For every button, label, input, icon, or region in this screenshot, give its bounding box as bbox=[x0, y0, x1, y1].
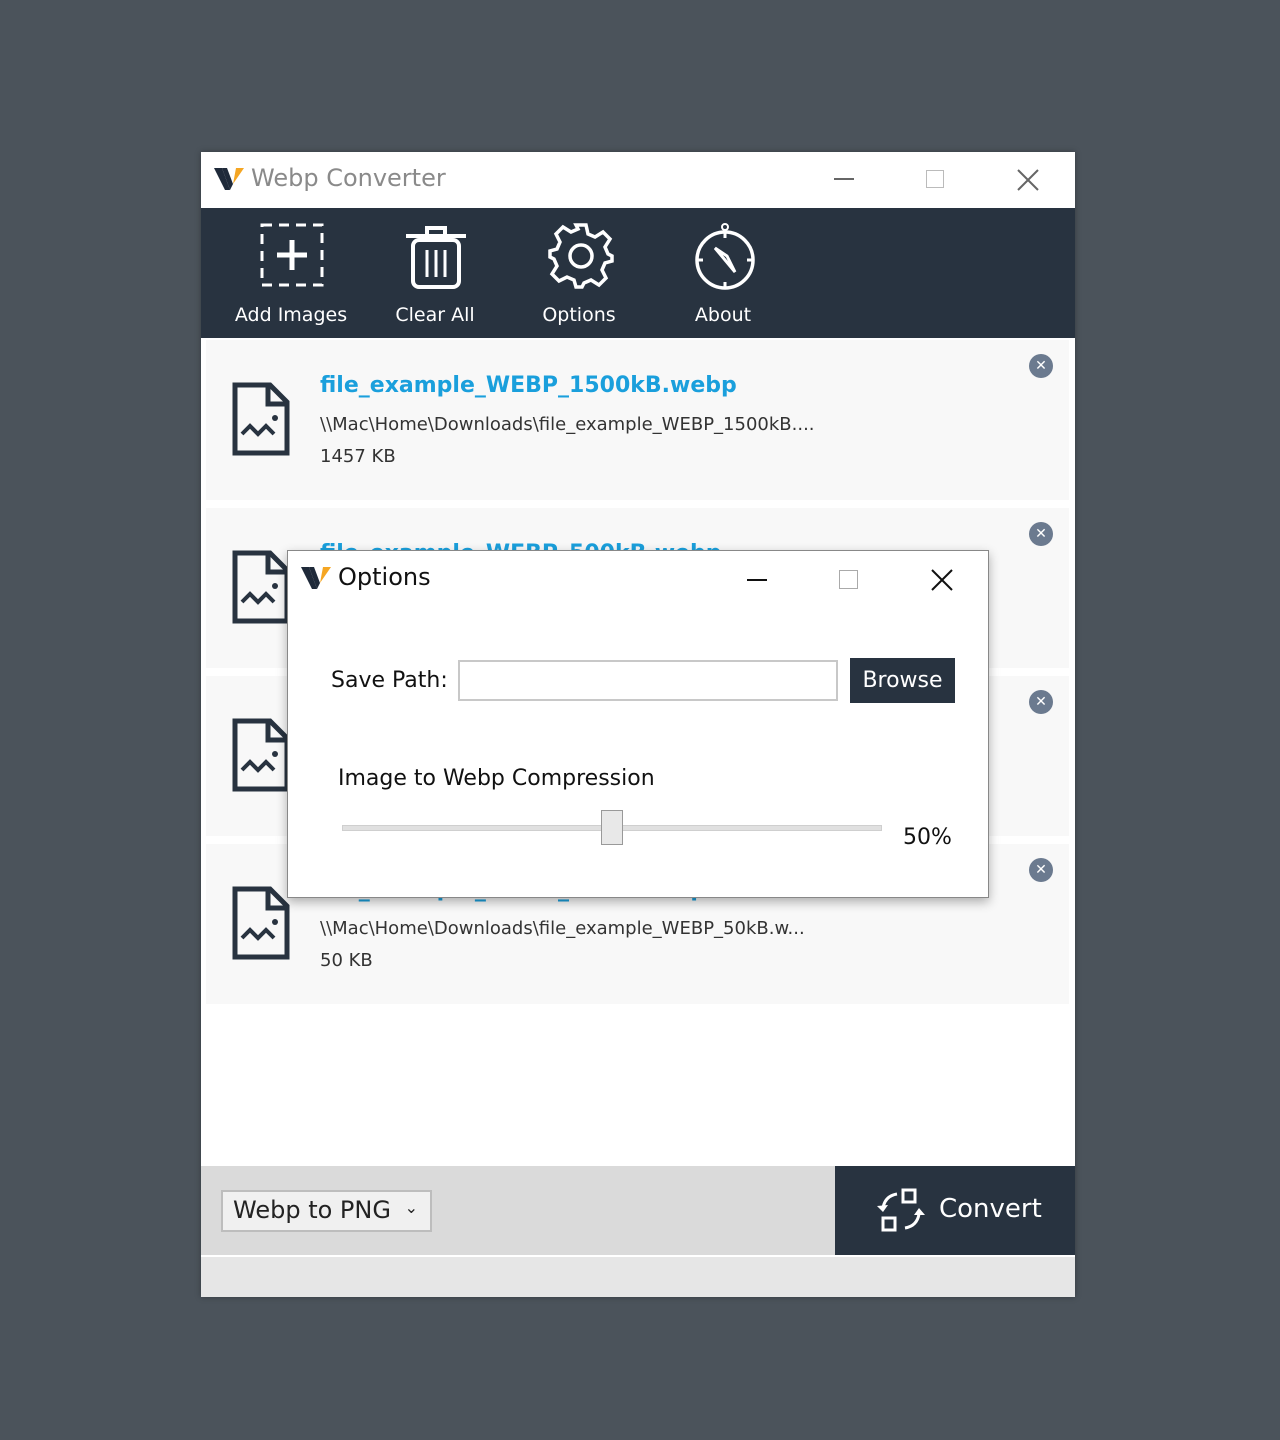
add-images-button[interactable]: Add Images bbox=[226, 208, 356, 338]
status-bar bbox=[201, 1257, 1075, 1297]
clear-all-button[interactable]: Clear All bbox=[370, 208, 500, 338]
chevron-down-icon: ⌄ bbox=[404, 1198, 418, 1217]
app-title: Webp Converter bbox=[251, 164, 446, 192]
format-value: Webp to PNG bbox=[233, 1196, 391, 1224]
trash-icon bbox=[406, 226, 466, 289]
image-file-icon bbox=[232, 550, 290, 624]
maximize-button[interactable] bbox=[926, 170, 944, 188]
bottom-bar: Webp to PNG ⌄ Convert bbox=[201, 1166, 1075, 1255]
gear-icon bbox=[548, 223, 614, 289]
options-button[interactable]: Options bbox=[514, 208, 644, 338]
browse-button[interactable]: Browse bbox=[850, 658, 955, 703]
compression-value: 50% bbox=[903, 825, 952, 850]
save-path-input[interactable] bbox=[458, 660, 838, 701]
about-label: About bbox=[694, 304, 752, 326]
minimize-button[interactable] bbox=[834, 178, 854, 180]
close-button[interactable] bbox=[1017, 169, 1039, 191]
format-select[interactable]: Webp to PNG ⌄ bbox=[221, 1190, 432, 1232]
image-file-icon bbox=[232, 718, 290, 792]
save-path-label: Save Path: bbox=[331, 668, 448, 693]
add-image-icon bbox=[260, 223, 324, 287]
remove-file-button[interactable]: ✕ bbox=[1029, 690, 1053, 714]
clear-all-label: Clear All bbox=[395, 304, 475, 326]
dialog-close-button[interactable] bbox=[931, 569, 953, 591]
app-logo-icon bbox=[214, 168, 244, 190]
dialog-title: Options bbox=[338, 563, 431, 591]
options-label: Options bbox=[542, 304, 616, 326]
file-size: 50 KB bbox=[320, 950, 373, 971]
file-path: \\Mac\Home\Downloads\file_example_WEBP_1… bbox=[320, 414, 815, 435]
file-size: 1457 KB bbox=[320, 446, 396, 467]
image-file-icon bbox=[232, 382, 290, 456]
convert-label: Convert bbox=[939, 1194, 1042, 1224]
image-file-icon bbox=[232, 886, 290, 960]
about-button[interactable]: About bbox=[658, 208, 788, 338]
dialog-minimize-button[interactable] bbox=[747, 579, 767, 581]
options-dialog: Options Save Path: Browse Image to Webp … bbox=[287, 550, 989, 898]
compression-slider-thumb[interactable] bbox=[601, 810, 623, 845]
file-list-item[interactable]: file_example_WEBP_1500kB.webp \\Mac\Home… bbox=[206, 340, 1069, 500]
title-bar: Webp Converter bbox=[201, 152, 1075, 208]
remove-file-button[interactable]: ✕ bbox=[1029, 522, 1053, 546]
convert-button[interactable]: Convert bbox=[835, 1166, 1075, 1255]
file-name: file_example_WEBP_1500kB.webp bbox=[320, 373, 737, 398]
app-logo-icon bbox=[301, 567, 331, 589]
remove-file-button[interactable]: ✕ bbox=[1029, 354, 1053, 378]
convert-icon bbox=[877, 1188, 925, 1232]
file-path: \\Mac\Home\Downloads\file_example_WEBP_5… bbox=[320, 918, 805, 939]
compression-label: Image to Webp Compression bbox=[338, 766, 655, 791]
remove-file-button[interactable]: ✕ bbox=[1029, 858, 1053, 882]
dialog-maximize-button[interactable] bbox=[839, 570, 858, 589]
toolbar: Add Images Clear All Options About bbox=[201, 208, 1075, 338]
compass-icon bbox=[695, 223, 755, 290]
add-images-label: Add Images bbox=[234, 304, 348, 326]
